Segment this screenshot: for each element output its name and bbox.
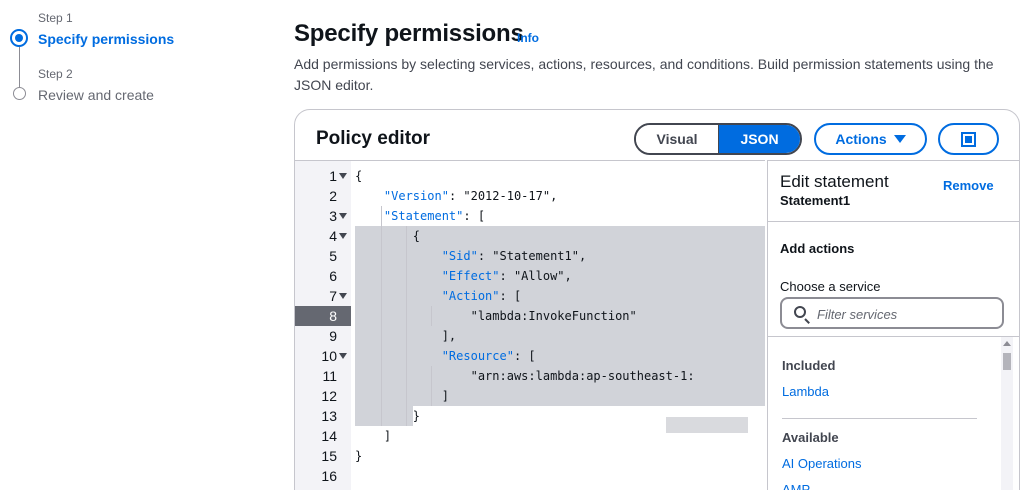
json-mode-button[interactable]: JSON: [719, 125, 800, 153]
line-number: 14: [321, 428, 337, 444]
line-number: 16: [321, 468, 337, 484]
editor-mode-toggle: Visual JSON: [634, 123, 802, 155]
line-number: 12: [321, 388, 337, 404]
code-text: "lambda:InvokeFunction": [355, 309, 637, 323]
page-description: Add permissions by selecting services, a…: [294, 56, 994, 93]
actions-dropdown-button[interactable]: Actions: [814, 123, 927, 155]
actions-label: Actions: [835, 131, 887, 147]
remove-statement-link[interactable]: Remove: [943, 178, 994, 193]
code-line: 13 }: [295, 406, 765, 426]
choose-service-label: Choose a service: [780, 279, 881, 294]
list-divider: [782, 418, 977, 419]
fold-arrow-icon[interactable]: [339, 233, 347, 239]
line-number: 15: [321, 448, 337, 464]
fold-arrow-icon[interactable]: [339, 213, 347, 219]
visual-mode-button[interactable]: Visual: [636, 125, 719, 153]
code-text: "arn:aws:lambda:ap-southeast-1: :fu: [355, 369, 803, 383]
code-text: }: [355, 449, 363, 463]
service-item-amp[interactable]: AMP: [782, 482, 810, 490]
code-text: "Action": [: [441, 289, 522, 303]
caret-down-icon: [893, 135, 906, 143]
fold-arrow-icon[interactable]: [339, 173, 347, 179]
code-text: {: [355, 229, 421, 243]
code-line: 3 "Statement": [: [295, 206, 765, 226]
service-list-scrollbar[interactable]: [1001, 337, 1013, 490]
edit-statement-panel: Edit statement Statement1 Remove Add act…: [767, 160, 1019, 490]
code-line: 11 "arn:aws:lambda:ap-southeast-1: :fu: [295, 366, 802, 386]
panel-divider: [768, 336, 1019, 337]
code-line: 14 ]: [295, 426, 765, 446]
code-line: 12 ]: [295, 386, 765, 406]
code-line: 7 "Action": [: [295, 286, 765, 306]
scroll-up-icon[interactable]: [1003, 341, 1011, 346]
filter-services-input[interactable]: [817, 304, 997, 324]
line-number: 7: [329, 288, 337, 304]
search-icon: [794, 306, 806, 318]
page-title: Specify permissions: [294, 20, 524, 47]
code-text: ]: [355, 429, 392, 443]
scroll-thumb[interactable]: [1003, 353, 1011, 370]
code-text: "Version": "2012-10-17",: [383, 189, 558, 203]
step-2-title: Review and create: [38, 87, 154, 103]
line-number: 11: [322, 368, 337, 384]
line-number: 6: [329, 268, 337, 284]
code-line: 9 ],: [295, 326, 765, 346]
filter-services-field[interactable]: [780, 297, 1004, 329]
wizard-steps: Step 1 Specify permissions Step 2 Review…: [0, 0, 260, 120]
line-number: 5: [329, 248, 337, 264]
line-number: 10: [321, 348, 337, 364]
code-line: 15}: [295, 446, 765, 466]
add-actions-heading: Add actions: [780, 241, 855, 256]
code-line: 5 "Sid": "Statement1",: [295, 246, 765, 266]
info-link[interactable]: Info: [517, 31, 539, 45]
step-1-link[interactable]: Specify permissions: [38, 31, 174, 47]
line-number: 3: [329, 208, 337, 224]
code-line: 2 "Version": "2012-10-17",: [295, 186, 765, 206]
code-line: 16: [295, 466, 765, 486]
policy-editor-container: Policy editor Visual JSON Actions 1{2 "V…: [294, 109, 1020, 490]
line-number: 2: [329, 188, 337, 204]
code-line: 10 "Resource": [: [295, 346, 765, 366]
code-text: {: [355, 169, 363, 183]
step-2-number: Step 2: [38, 67, 73, 81]
statement-name: Statement1: [780, 193, 851, 208]
step-2-inactive-icon: [13, 87, 26, 100]
code-text: ],: [355, 329, 457, 343]
included-heading: Included: [782, 358, 836, 373]
step-1-active-icon: [10, 29, 28, 47]
json-code-editor[interactable]: 1{2 "Version": "2012-10-17", 3 "Statement…: [295, 160, 803, 490]
code-line: 1{: [295, 166, 765, 186]
fullscreen-button[interactable]: [938, 123, 999, 155]
code-text: "Resource": [: [441, 349, 536, 363]
fold-arrow-icon[interactable]: [339, 353, 347, 359]
fullscreen-icon: [961, 131, 976, 147]
step-connector: [19, 47, 20, 89]
panel-divider: [768, 221, 1019, 222]
code-text: }: [355, 409, 421, 423]
line-number: 1: [329, 168, 337, 184]
edit-statement-title: Edit statement: [780, 172, 889, 191]
code-text: "Sid": "Statement1",: [441, 249, 587, 263]
service-item-lambda[interactable]: Lambda: [782, 384, 829, 399]
code-line: 4 {: [295, 226, 765, 246]
service-item-ai-operations[interactable]: AI Operations: [782, 456, 862, 471]
line-number: 9: [329, 328, 337, 344]
code-text: ]: [355, 389, 449, 403]
code-text: "Statement": [: [383, 209, 486, 223]
available-heading: Available: [782, 430, 839, 445]
code-line: 8 "lambda:InvokeFunction": [295, 306, 765, 326]
code-text: "Effect": "Allow",: [441, 269, 572, 283]
step-1-number: Step 1: [38, 11, 73, 25]
fold-arrow-icon[interactable]: [339, 293, 347, 299]
policy-editor-title: Policy editor: [316, 128, 431, 149]
code-line: 6 "Effect": "Allow",: [295, 266, 765, 286]
line-number: 4: [329, 228, 337, 244]
line-number: 8: [295, 306, 351, 326]
line-number: 13: [321, 408, 337, 424]
